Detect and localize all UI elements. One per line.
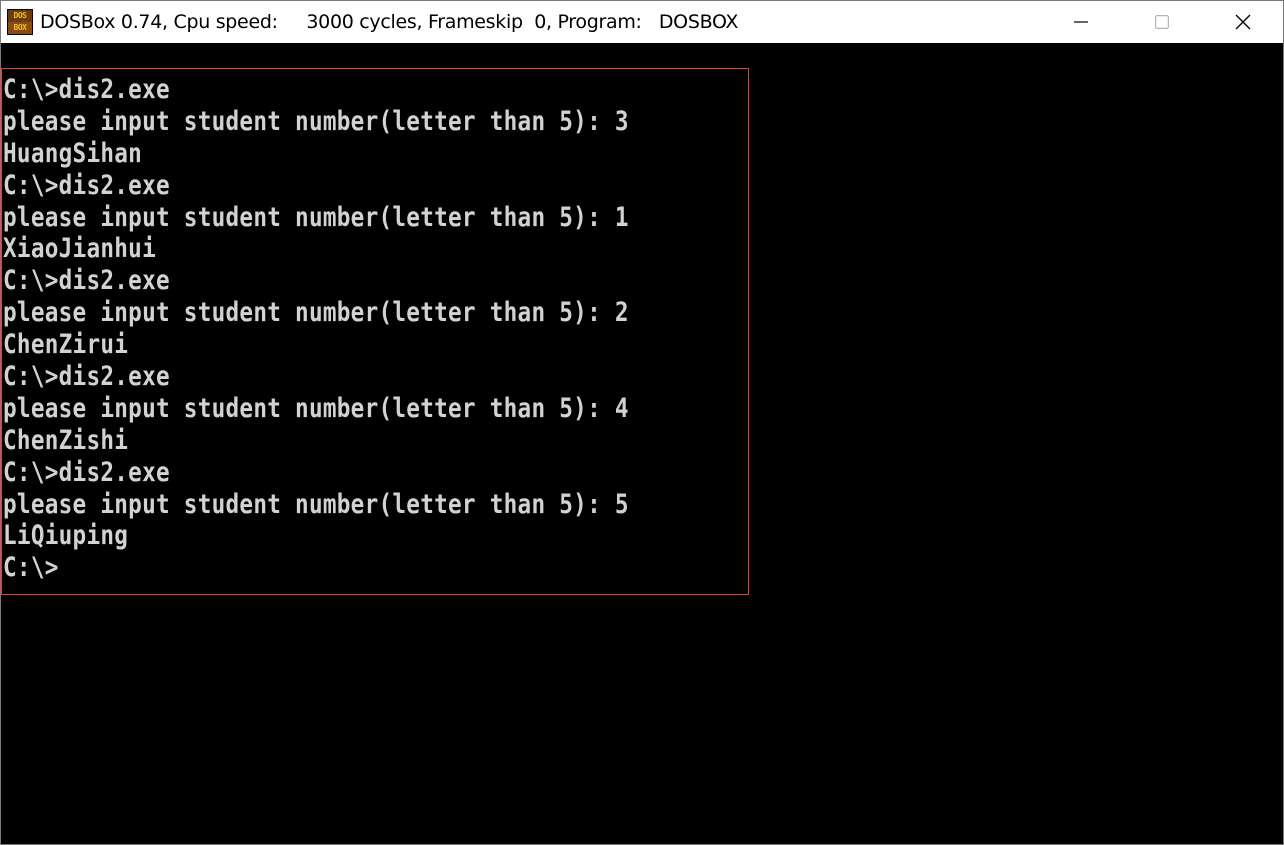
- dosbox-window: DOS BOX DOSBox 0.74, Cpu speed: 3000 cyc…: [0, 0, 1284, 845]
- terminal-line: XiaoJianhui: [3, 233, 156, 265]
- terminal-line: please input student number(letter than …: [3, 105, 629, 137]
- terminal-line: C:\>dis2.exe: [3, 169, 170, 201]
- window-title: DOSBox 0.74, Cpu speed: 3000 cycles, Fra…: [40, 11, 739, 33]
- terminal-line: ChenZirui: [3, 329, 129, 361]
- terminal-line: C:\>dis2.exe: [3, 265, 170, 297]
- minimize-icon: [1073, 21, 1088, 23]
- terminal-line: C:\>dis2.exe: [3, 361, 170, 393]
- window-controls: [1040, 1, 1283, 43]
- terminal-line: please input student number(letter than …: [3, 297, 629, 329]
- maximize-button[interactable]: [1121, 1, 1202, 43]
- terminal-line: HuangSihan: [3, 137, 143, 169]
- icon-text-top: DOS: [8, 10, 32, 22]
- terminal-line: please input student number(letter than …: [3, 392, 629, 424]
- terminal-line: C:\>dis2.exe: [3, 74, 170, 105]
- terminal-line: please input student number(letter than …: [3, 488, 629, 520]
- terminal-line: LiQiuping: [3, 520, 129, 552]
- terminal-line: ChenZishi: [3, 424, 129, 456]
- dosbox-icon[interactable]: DOS BOX: [7, 9, 33, 35]
- terminal-line: please input student number(letter than …: [3, 201, 629, 233]
- minimize-button[interactable]: [1040, 1, 1121, 43]
- close-icon: [1235, 14, 1250, 30]
- close-button[interactable]: [1202, 1, 1283, 43]
- maximize-icon: [1154, 15, 1169, 29]
- icon-text-bottom: BOX: [8, 22, 32, 34]
- title-bar[interactable]: DOS BOX DOSBox 0.74, Cpu speed: 3000 cyc…: [1, 0, 1283, 43]
- terminal-line: C:\>dis2.exe: [3, 456, 170, 488]
- terminal-line: C:\>: [3, 552, 59, 584]
- terminal-output: C:\>dis2.exe please input student number(…: [3, 74, 748, 584]
- dos-terminal[interactable]: C:\>dis2.exe please input student number(…: [1, 43, 1283, 844]
